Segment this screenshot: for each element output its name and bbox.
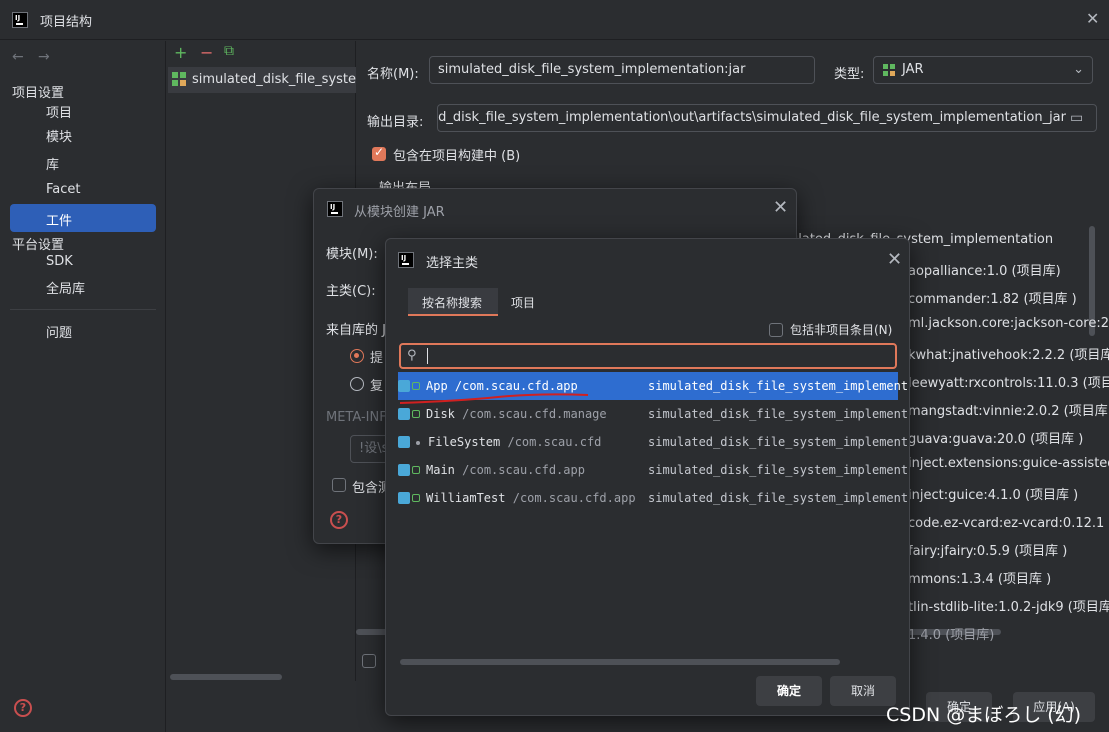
include-tests-checkbox[interactable] — [332, 478, 346, 492]
lib-row[interactable]: mangstadt:vinnie:2.0.2 (项目库 ) — [908, 400, 1109, 419]
extract-radio-label: 提 — [370, 351, 384, 366]
window-close-icon[interactable]: ✕ — [1086, 9, 1099, 28]
choose-main-class-dialog: IJ 选择主类 ✕ 按名称搜索 项目 包括非项目条目(N) ⚲ App /com… — [385, 238, 910, 716]
tab-search-by-name[interactable]: 按名称搜索 — [408, 288, 498, 316]
results-horizontal-scrollbar[interactable] — [400, 659, 840, 665]
module-label: 模块(M): — [326, 247, 378, 262]
lib-row[interactable]: inject:guice:4.1.0 (项目库 ) — [908, 484, 1078, 503]
output-dir-label: 输出目录: — [367, 115, 424, 130]
class-icon — [398, 435, 410, 448]
settings-sidebar: ← → 项目设置 项目 模块 库 Facet 工件 平台设置 SDK 全局库 问… — [0, 41, 166, 732]
result-row[interactable]: FileSystem /com.scau.cfd simulated_disk_… — [398, 428, 908, 456]
output-dir-input[interactable]: 设\simulated_disk_file_system_implementat… — [437, 104, 1097, 132]
forward-arrow-icon[interactable]: → — [38, 49, 50, 65]
copy-radio-label: 复 — [370, 379, 384, 394]
ok-button[interactable]: 确定 — [756, 676, 822, 706]
meta-inf-label: META-INF — [326, 410, 387, 425]
show-content-checkbox[interactable] — [362, 654, 376, 668]
extract-radio[interactable] — [350, 349, 364, 363]
type-select[interactable]: JAR ⌄ — [873, 56, 1093, 84]
result-row[interactable]: WilliamTest /com.scau.cfd.app simulated_… — [398, 484, 908, 512]
name-label: 名称(M): — [367, 67, 419, 82]
artifact-name[interactable]: simulated_disk_file_system_ — [192, 72, 375, 87]
lib-row[interactable]: leewyatt:rxcontrols:11.0.3 (项目库 — [908, 372, 1109, 391]
platform-settings-heading: 平台设置 — [12, 238, 65, 253]
folder-icon[interactable]: ▭ — [1070, 110, 1083, 126]
sidebar-item-artifacts[interactable]: 工件 — [46, 210, 72, 229]
type-label: 类型: — [834, 67, 865, 82]
remove-icon[interactable]: − — [200, 43, 213, 62]
jar-artifact-icon — [172, 72, 186, 86]
lib-row[interactable]: commander:1.82 (项目库 ) — [908, 288, 1077, 307]
class-icon — [398, 407, 410, 420]
include-in-build-checkbox[interactable] — [372, 145, 386, 161]
lib-row[interactable]: guava:guava:20.0 (项目库 ) — [908, 428, 1083, 447]
divider — [10, 309, 156, 310]
intellij-logo-icon: IJ — [398, 252, 414, 268]
class-icon — [398, 463, 410, 476]
include-in-build-label: 包含在项目构建中 (B) — [393, 149, 521, 164]
result-row[interactable]: Main /com.scau.cfd.app simulated_disk_fi… — [398, 456, 908, 484]
sidebar-item-project[interactable]: 项目 — [46, 102, 72, 121]
sidebar-item-problems[interactable]: 问题 — [46, 322, 72, 341]
lock-icon — [412, 493, 420, 502]
lib-row[interactable]: inject.extensions:guice-assistedin — [908, 456, 1109, 471]
sidebar-item-artifacts-selected[interactable] — [10, 204, 156, 232]
title-bar: IJ 项目结构 ✕ — [0, 0, 1109, 40]
output-dir-value: 设\simulated_disk_file_system_implementat… — [438, 110, 1066, 125]
include-non-project-checkbox[interactable] — [769, 323, 783, 337]
text-cursor — [427, 348, 428, 364]
name-input[interactable]: simulated_disk_file_system_implementatio… — [429, 56, 815, 84]
type-select-value: JAR — [902, 62, 924, 77]
intellij-logo-icon: IJ — [12, 12, 28, 28]
add-icon[interactable]: + — [174, 43, 187, 62]
sidebar-item-facets[interactable]: Facet — [46, 182, 81, 197]
lib-row[interactable]: code.ez-vcard:ez-vcard:0.12.1 (项 — [908, 512, 1109, 531]
sidebar-item-global-libraries[interactable]: 全局库 — [46, 278, 85, 297]
close-icon[interactable]: ✕ — [773, 197, 788, 218]
sidebar-item-libraries[interactable]: 库 — [46, 154, 59, 173]
jar-type-icon — [883, 64, 895, 76]
window-title: 项目结构 — [40, 15, 93, 30]
main-class-label: 主类(C): — [326, 284, 376, 299]
sidebar-item-sdk[interactable]: SDK — [46, 254, 73, 269]
search-input[interactable]: ⚲ — [399, 343, 897, 369]
dot-icon — [416, 440, 420, 445]
lib-row[interactable]: 1.4.0 (项目库) — [908, 624, 994, 643]
help-icon[interactable]: ? — [14, 699, 32, 717]
copy-radio[interactable] — [350, 377, 364, 391]
tab-underline — [408, 314, 498, 316]
choose-class-title: 选择主类 — [426, 256, 479, 271]
project-settings-heading: 项目设置 — [12, 86, 65, 101]
lib-row[interactable]: kwhat:jnativehook:2.2.2 (项目库 ) — [908, 344, 1109, 363]
help-icon[interactable]: ? — [330, 511, 348, 529]
class-icon — [398, 491, 410, 504]
lib-row[interactable]: tlin-stdlib-lite:1.0.2-jdk9 (项目库 — [908, 596, 1109, 615]
create-jar-title: 从模块创建 JAR — [354, 205, 445, 220]
lock-icon — [412, 465, 420, 474]
close-icon[interactable]: ✕ — [887, 249, 902, 270]
intellij-logo-icon: IJ — [327, 201, 343, 217]
tab-project[interactable]: 项目 — [511, 294, 535, 311]
result-row[interactable]: Disk /com.scau.cfd.manage simulated_disk… — [398, 400, 908, 428]
search-icon: ⚲ — [407, 348, 417, 363]
watermark: CSDN @まぼろし (幻) — [886, 704, 1082, 726]
chevron-down-icon: ⌄ — [1073, 62, 1084, 77]
copy-icon[interactable]: ⧉ — [224, 43, 234, 59]
include-non-project-label: 包括非项目条目(N) — [790, 323, 893, 337]
lock-icon — [412, 409, 420, 418]
tab-label: 按名称搜索 — [422, 296, 483, 310]
lib-row[interactable]: aopalliance:1.0 (项目库) — [908, 260, 1061, 279]
lib-row[interactable]: mmons:1.3.4 (项目库 ) — [908, 568, 1051, 587]
horizontal-scrollbar[interactable] — [170, 674, 282, 680]
from-libs-label: 来自库的 J — [326, 323, 386, 338]
lib-row[interactable]: fairy:jfairy:0.5.9 (项目库 ) — [908, 540, 1067, 559]
sidebar-item-modules[interactable]: 模块 — [46, 126, 72, 145]
back-arrow-icon[interactable]: ← — [12, 49, 24, 65]
lib-row[interactable]: ml.jackson.core:jackson-core:2.15 — [908, 316, 1109, 331]
